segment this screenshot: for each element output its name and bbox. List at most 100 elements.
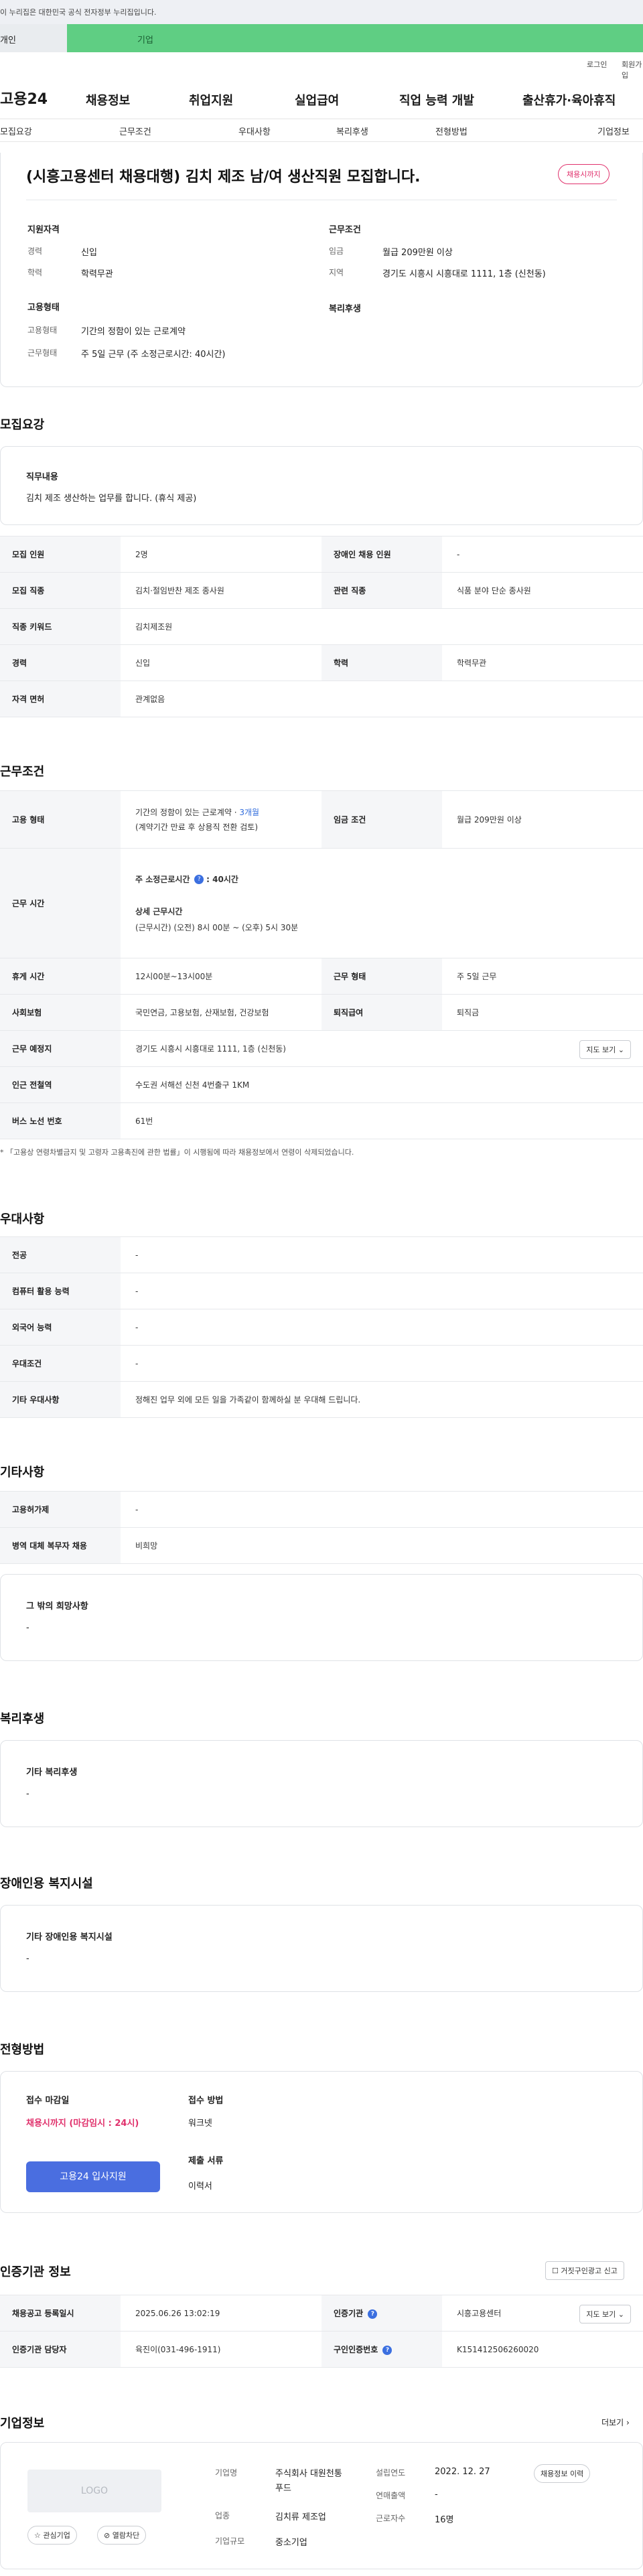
row-value: 주 소정근로시간 ? : 40시간 상세 근무시간 (근무시간) (오전) 8시… bbox=[121, 848, 643, 958]
lnb-preference[interactable]: 우대사항 bbox=[238, 125, 271, 137]
preference-section-title: 우대사항 bbox=[0, 1212, 45, 1226]
block-button[interactable]: ⊘ 열람차단 bbox=[97, 2526, 147, 2545]
company-name-label: 기업명 bbox=[215, 2468, 238, 2478]
company-logo: LOGO bbox=[27, 2470, 161, 2512]
apply-button[interactable]: 고용24 입사지원 bbox=[26, 2161, 160, 2192]
table-row: 경력 신입 학력 학력무관 bbox=[0, 644, 643, 681]
tab-corp[interactable]: 기업 bbox=[67, 24, 643, 52]
row-value: 김치·절임반찬 제조 종사원 bbox=[121, 572, 322, 609]
qual-heading: 지원자격 bbox=[27, 225, 60, 235]
row-header: 모집 인원 bbox=[0, 536, 121, 573]
lnb-company[interactable]: 기업정보 bbox=[597, 125, 630, 137]
docs-label: 제출 서류 bbox=[188, 2156, 224, 2166]
duty-title: 직무내용 bbox=[26, 472, 58, 482]
row-value: K151412506260020 bbox=[442, 2331, 643, 2368]
edu-label: 학력 bbox=[27, 268, 43, 277]
conditions-table: 고용 형태 기간의 정함이 있는 근로계약 · 3개월 (계약기간 만료 후 상… bbox=[0, 790, 643, 1139]
emp-period: 3개월 bbox=[239, 807, 260, 817]
table-row: 외국어 능력 - bbox=[0, 1309, 643, 1346]
table-row: 전공 - bbox=[0, 1236, 643, 1273]
staff-value: 16명 bbox=[435, 2515, 454, 2525]
work-form-label: 근무형태 bbox=[27, 348, 58, 358]
row-value: 월급 209만원 이상 bbox=[442, 790, 643, 849]
info-icon[interactable]: ? bbox=[368, 2309, 378, 2319]
disabled-box-value: - bbox=[26, 1954, 29, 1964]
block-button-label: 열람차단 bbox=[112, 2531, 140, 2540]
row-value: 12시00분~13시00분 bbox=[121, 958, 322, 995]
company-name: 주식회사 대원천통푸드 bbox=[275, 2469, 342, 2494]
row-value: 시흥고용센터 지도 보기 ⌄ bbox=[442, 2295, 643, 2332]
career-label: 경력 bbox=[27, 246, 43, 256]
row-value: 수도권 서해선 신천 4번출구 1KM bbox=[121, 1066, 643, 1103]
info-icon[interactable]: ? bbox=[382, 2345, 392, 2355]
row-header: 직종 키워드 bbox=[0, 608, 121, 645]
agency-map-button[interactable]: 지도 보기 ⌄ bbox=[579, 2305, 631, 2323]
row-value: - bbox=[121, 1236, 643, 1273]
table-row: 근무 예정지 경기도 시흥시 시흥대로 1111, 1층 (신천동) 지도 보기… bbox=[0, 1030, 643, 1067]
row-header: 학력 bbox=[322, 644, 442, 681]
gnb-item-jobs[interactable]: 채용정보 bbox=[86, 91, 130, 109]
row-value: 식품 분야 단순 종사원 bbox=[442, 572, 643, 609]
welfare-box-title: 기타 복리후생 bbox=[26, 1768, 78, 1778]
table-row: 고용허가제 - bbox=[0, 1491, 643, 1528]
lnb-welfare[interactable]: 복리후생 bbox=[336, 125, 368, 137]
row-header: 경력 bbox=[0, 644, 121, 681]
gnb-item-unemployment[interactable]: 실업급여 bbox=[295, 91, 339, 109]
favorite-button[interactable]: ☆ 관심기업 bbox=[27, 2526, 77, 2545]
table-row: 기타 우대사항 정해진 업무 외에 모든 일을 가족같이 함께하실 분 우대해 드… bbox=[0, 1381, 643, 1418]
row-header: 버스 노선 번호 bbox=[0, 1102, 121, 1139]
row-header: 기타 우대사항 bbox=[0, 1381, 121, 1418]
info-icon[interactable]: ? bbox=[194, 875, 204, 884]
report-button[interactable]: ☐ 거짓구인광고 신고 bbox=[545, 2261, 624, 2280]
row-value: 정해진 업무 외에 모든 일을 가족같이 함께하실 분 우대해 드립니다. bbox=[121, 1381, 643, 1418]
gov-banner-text: 이 누리집은 대한민국 공식 전자정부 누리집입니다. bbox=[0, 8, 157, 17]
row-header: 구인인증번호 ? bbox=[322, 2331, 442, 2368]
lnb-recruit[interactable]: 모집요강 bbox=[0, 125, 32, 137]
hours-detail: (근무시간) (오전) 8시 00분 ~ (오후) 5시 30분 bbox=[135, 922, 299, 932]
table-row: 고용 형태 기간의 정함이 있는 근로계약 · 3개월 (계약기간 만료 후 상… bbox=[0, 790, 643, 849]
login-link[interactable]: 로그인 bbox=[587, 59, 607, 70]
table-row: 병역 대체 복무자 채용 비희망 bbox=[0, 1527, 643, 1564]
tab-person[interactable]: 개인 bbox=[0, 24, 67, 52]
row-value: 61번 bbox=[121, 1102, 643, 1139]
lnb-conditions[interactable]: 근무조건 bbox=[119, 125, 151, 137]
lnb-selection[interactable]: 전형방법 bbox=[435, 125, 468, 137]
welfare-box-value: - bbox=[26, 1789, 29, 1799]
row-header: 장애인 채용 인원 bbox=[322, 536, 442, 573]
report-icon: ☐ bbox=[552, 2267, 559, 2275]
company-more-link[interactable]: 더보기 › bbox=[601, 2417, 630, 2428]
gnb-item-leave[interactable]: 출산휴가·육아휴직 bbox=[522, 91, 616, 109]
emp-type-value: 기간의 정함이 있는 근로계약 · bbox=[135, 807, 240, 817]
row-value: - bbox=[121, 1345, 643, 1382]
map-button[interactable]: 지도 보기 ⌄ bbox=[579, 1040, 631, 1059]
site-logo[interactable]: 고용24 bbox=[0, 87, 48, 109]
table-row: 컴퓨터 활용 능력 - bbox=[0, 1273, 643, 1309]
row-header: 휴게 시간 bbox=[0, 958, 121, 995]
age-notice-text: 「고용상 연령차별금지 및 고령자 고용촉진에 관한 법률」이 시행됨에 따라 … bbox=[6, 1148, 354, 1157]
row-header: 근무 형태 bbox=[322, 958, 442, 995]
row-header: 고용허가제 bbox=[0, 1491, 121, 1528]
other-wishes-value: - bbox=[26, 1623, 29, 1633]
row-value: 비희망 bbox=[121, 1527, 643, 1564]
row-value: 기간의 정함이 있는 근로계약 · 3개월 (계약기간 만료 후 상용직 전환 … bbox=[121, 790, 322, 849]
disabled-box-title: 기타 장애인용 복지시설 bbox=[26, 1932, 113, 1942]
recruit-section-title: 모집요강 bbox=[0, 418, 45, 432]
gnb-item-training[interactable]: 직업 능력 개발 bbox=[399, 91, 474, 109]
history-button[interactable]: 채용정보 이력 bbox=[534, 2464, 591, 2483]
other-wishes-box: 그 밖의 희망사항 - bbox=[0, 1574, 643, 1661]
row-header: 근무 예정지 bbox=[0, 1030, 121, 1067]
row-header: 임금 조건 bbox=[322, 790, 442, 849]
block-icon: ⊘ bbox=[104, 2531, 111, 2540]
table-row: 사회보험 국민연금, 고용보험, 산재보험, 건강보험 퇴직급여 퇴직금 bbox=[0, 994, 643, 1031]
row-header: 채용공고 등록일시 bbox=[0, 2295, 121, 2332]
row-value: - bbox=[121, 1491, 643, 1528]
table-row: 인증기관 담당자 육진이(031-496-1911) 구인인증번호 ? K151… bbox=[0, 2331, 643, 2368]
row-header: 자격 면허 bbox=[0, 681, 121, 717]
report-button-label: 거짓구인광고 신고 bbox=[561, 2267, 618, 2275]
gnb-item-employment-support[interactable]: 취업지원 bbox=[189, 91, 233, 109]
row-value: 주 5일 근무 bbox=[442, 958, 643, 995]
row-value: 2025.06.26 13:02:19 bbox=[121, 2295, 322, 2332]
row-value: 국민연금, 고용보험, 산재보험, 건강보험 bbox=[121, 994, 322, 1031]
table-row: 직종 키워드 김치제조원 bbox=[0, 608, 643, 645]
row-value: 관계없음 bbox=[121, 681, 643, 717]
